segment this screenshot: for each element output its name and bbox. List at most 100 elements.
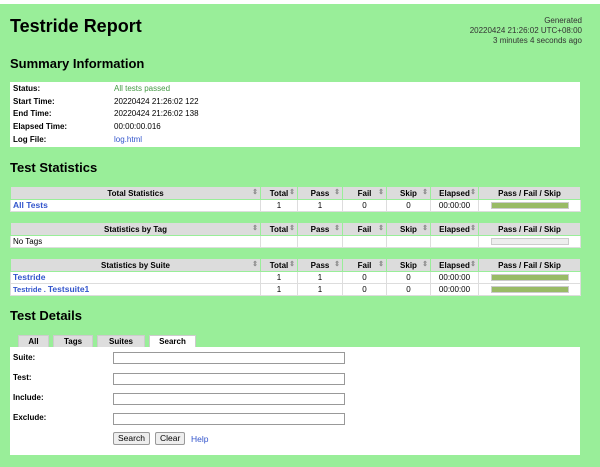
column-header-total[interactable]: Total ⇕ xyxy=(260,258,298,272)
elapsed-cell: 00:00:00 xyxy=(430,283,479,296)
sort-icon: ⇕ xyxy=(422,189,428,196)
report-header: Testride Report Generated 20220424 21:26… xyxy=(10,16,582,56)
all-tests-link[interactable]: All Tests xyxy=(13,200,48,210)
tab-suites[interactable]: Suites xyxy=(97,335,145,347)
column-header-graph: Pass / Fail / Skip xyxy=(478,186,581,200)
report-title: Testride Report xyxy=(10,16,142,36)
suite-name: Testsuite1 xyxy=(47,284,90,294)
column-header-elapsed[interactable]: Elapsed ⇕ xyxy=(430,222,479,236)
fail-cell: 0 xyxy=(342,199,387,212)
fail-cell: 0 xyxy=(342,271,387,284)
column-header-name[interactable]: Statistics by Tag ⇕ xyxy=(10,222,261,236)
pass-bar-fill xyxy=(491,203,568,208)
column-header-skip[interactable]: Skip ⇕ xyxy=(386,186,431,200)
fail-cell xyxy=(342,235,387,248)
column-header-name[interactable]: Total Statistics ⇕ xyxy=(10,186,261,200)
details-heading: Test Details xyxy=(10,308,83,323)
include-label: Include: xyxy=(13,393,44,402)
pass-bar-fill xyxy=(491,275,568,280)
skip-cell: 0 xyxy=(386,283,431,296)
suite-parent-prefix: Testride . xyxy=(13,285,48,294)
test-input[interactable] xyxy=(113,373,345,385)
column-header-elapsed[interactable]: Elapsed ⇕ xyxy=(430,186,479,200)
suite-link-testride[interactable]: Testride xyxy=(13,272,45,282)
summary-label: End Time: xyxy=(13,109,52,118)
elapsed-cell: 00:00:00 xyxy=(430,199,479,212)
column-header-name[interactable]: Statistics by Suite ⇕ xyxy=(10,258,261,272)
skip-cell xyxy=(386,235,431,248)
table-header-row: Statistics by Tag ⇕ Total ⇕ Pass ⇕ Fail ⇕ Sk… xyxy=(10,222,581,236)
column-header-pass[interactable]: Pass ⇕ xyxy=(297,186,343,200)
include-input[interactable] xyxy=(113,393,345,405)
pass-bar-fill xyxy=(491,287,568,292)
sort-icon: ⇕ xyxy=(470,189,476,196)
suite-input[interactable] xyxy=(113,352,345,364)
summary-label: Status: xyxy=(13,84,41,93)
sort-icon: ⇕ xyxy=(252,189,258,196)
fail-cell: 0 xyxy=(342,283,387,296)
column-header-skip[interactable]: Skip ⇕ xyxy=(386,222,431,236)
elapsed-cell: 00:00:00 xyxy=(430,271,479,284)
table-row: All Tests 1 1 0 0 00:00:00 xyxy=(10,199,581,212)
total-cell xyxy=(260,235,298,248)
tab-tags[interactable]: Tags xyxy=(53,335,93,347)
generated-info: Generated 20220424 21:26:02 UTC+08:00 3 … xyxy=(470,16,582,46)
tag-statistics-table: Statistics by Tag ⇕ Total ⇕ Pass ⇕ Fail ⇕ Sk… xyxy=(10,222,581,248)
table-header-row: Statistics by Suite ⇕ Total ⇕ Pass ⇕ Fail ⇕ … xyxy=(10,258,581,272)
generated-label: Generated xyxy=(544,16,582,25)
top-border xyxy=(0,0,600,4)
column-header-fail[interactable]: Fail ⇕ xyxy=(342,222,387,236)
column-header-fail[interactable]: Fail ⇕ xyxy=(342,258,387,272)
column-header-graph: Pass / Fail / Skip xyxy=(478,222,581,236)
sort-icon: ⇕ xyxy=(334,261,340,268)
summary-heading: Summary Information xyxy=(10,56,145,71)
sort-icon: ⇕ xyxy=(470,261,476,268)
tab-all[interactable]: All xyxy=(18,335,49,347)
sort-icon: ⇕ xyxy=(422,225,428,232)
sort-icon: ⇕ xyxy=(289,225,295,232)
column-header-fail[interactable]: Fail ⇕ xyxy=(342,186,387,200)
sort-icon: ⇕ xyxy=(378,225,384,232)
sort-icon: ⇕ xyxy=(470,225,476,232)
summary-panel: Status: All tests passed Start Time: 202… xyxy=(10,82,580,147)
search-button[interactable]: Search xyxy=(113,432,150,445)
total-statistics-table: Total Statistics ⇕ Total ⇕ Pass ⇕ Fail ⇕ Ski… xyxy=(10,186,581,212)
summary-label: Start Time: xyxy=(13,97,55,106)
summary-label: Elapsed Time: xyxy=(13,122,68,131)
column-header-pass[interactable]: Pass ⇕ xyxy=(297,222,343,236)
sort-icon: ⇕ xyxy=(252,261,258,268)
elapsed-cell xyxy=(430,235,479,248)
column-header-elapsed[interactable]: Elapsed ⇕ xyxy=(430,258,479,272)
sort-icon: ⇕ xyxy=(378,189,384,196)
log-file-link[interactable]: log.html xyxy=(114,134,142,146)
column-header-skip[interactable]: Skip ⇕ xyxy=(386,258,431,272)
suite-link-testsuite1[interactable]: Testride . Testsuite1 xyxy=(13,284,89,294)
pass-cell xyxy=(297,235,343,248)
exclude-input[interactable] xyxy=(113,413,345,425)
help-link[interactable]: Help xyxy=(191,434,208,444)
pass-cell: 1 xyxy=(297,271,343,284)
table-row: No Tags xyxy=(10,235,581,248)
column-header-total[interactable]: Total ⇕ xyxy=(260,222,298,236)
summary-label: Log File: xyxy=(13,135,47,144)
elapsed-time-value: 00:00:00.016 xyxy=(114,122,161,131)
column-header-graph: Pass / Fail / Skip xyxy=(478,258,581,272)
generated-ago: 3 minutes 4 seconds ago xyxy=(493,36,582,45)
skip-cell: 0 xyxy=(386,199,431,212)
column-header-total[interactable]: Total ⇕ xyxy=(260,186,298,200)
clear-button[interactable]: Clear xyxy=(155,432,186,445)
total-cell: 1 xyxy=(260,271,298,284)
statistics-heading: Test Statistics xyxy=(10,160,98,175)
column-header-pass[interactable]: Pass ⇕ xyxy=(297,258,343,272)
no-tags-cell: No Tags xyxy=(10,235,261,248)
pass-fail-skip-bar xyxy=(490,274,569,281)
total-cell: 1 xyxy=(260,283,298,296)
pass-fail-skip-bar xyxy=(490,286,569,293)
sort-icon: ⇕ xyxy=(334,225,340,232)
test-label: Test: xyxy=(13,373,32,382)
exclude-label: Exclude: xyxy=(13,413,47,422)
skip-cell: 0 xyxy=(386,271,431,284)
pass-cell: 1 xyxy=(297,199,343,212)
suite-label: Suite: xyxy=(13,353,36,362)
generated-time: 20220424 21:26:02 UTC+08:00 xyxy=(469,26,582,35)
